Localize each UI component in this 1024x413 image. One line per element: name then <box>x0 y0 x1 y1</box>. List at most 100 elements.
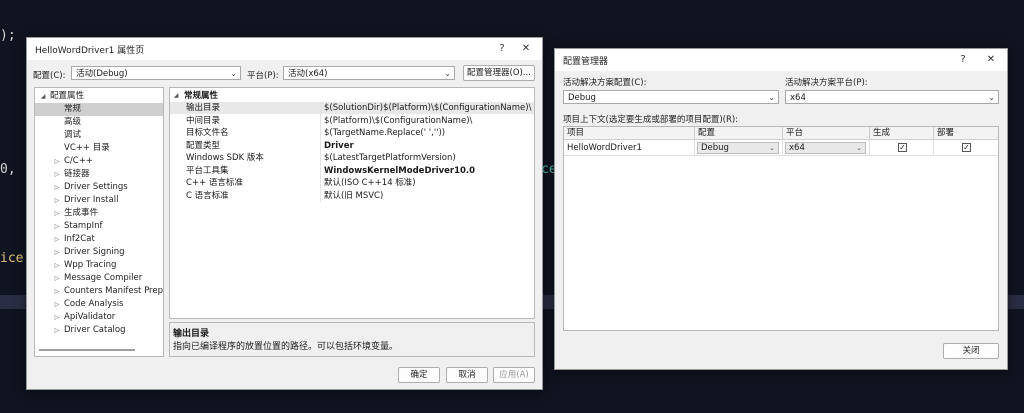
expander-icon[interactable]: ▷ <box>53 246 61 259</box>
property-value: 默认(旧 MSVC) <box>324 190 384 201</box>
property-pages-dialog: HelloWordDriver1 属性页 ? ✕ 配置(C): 活动(Debug… <box>26 37 543 390</box>
tree-item-label: 常规 <box>64 104 82 114</box>
expander-icon[interactable]: ◢ <box>39 90 47 103</box>
active-config-select[interactable]: Debug ⌄ <box>563 90 779 104</box>
build-checkbox[interactable]: ✓ <box>898 143 907 152</box>
property-row[interactable]: 配置类型 Driver <box>170 140 534 152</box>
row-config-value: Debug <box>701 143 729 153</box>
dialog-title: 配置管理器 <box>563 56 609 67</box>
tree-item-label: 配置属性 <box>50 91 85 101</box>
expander-icon[interactable]: ▷ <box>53 259 61 272</box>
horizontal-scrollbar[interactable] <box>39 349 135 351</box>
expander-icon[interactable]: ▷ <box>53 285 61 298</box>
expander-icon[interactable]: ▷ <box>53 181 61 194</box>
expander-icon[interactable]: ▷ <box>53 220 61 233</box>
property-row[interactable]: C++ 语言标准 默认(ISO C++14 标准) <box>170 177 534 189</box>
config-label: 配置(C): <box>33 71 66 81</box>
tree-item[interactable]: ▷Counters Manifest Preproc <box>35 285 163 298</box>
tree-item[interactable]: ▷ Driver Catalog <box>35 324 163 337</box>
tree-item[interactable]: ▷ Driver Install <box>35 194 163 207</box>
cancel-button[interactable]: 取消 <box>446 367 488 383</box>
expander-icon[interactable]: ▷ <box>53 311 61 324</box>
tree-item-label: VC++ 目录 <box>64 143 110 153</box>
config-manager-button[interactable]: 配置管理器(O)... <box>463 65 535 81</box>
close-icon[interactable]: ✕ <box>983 52 999 68</box>
collapse-icon: ◢ <box>173 92 179 99</box>
column-header-platform[interactable]: 平台 <box>783 127 870 140</box>
active-config-label: 活动解决方案配置(C): <box>563 78 647 88</box>
property-name: 中间目录 <box>186 115 221 126</box>
tree-item[interactable]: ▷ ApiValidator <box>35 311 163 324</box>
column-header-config[interactable]: 配置 <box>695 127 783 140</box>
tree-item[interactable]: ▷ Driver Signing <box>35 246 163 259</box>
platform-select[interactable]: 活动(x64) ⌄ <box>283 66 455 80</box>
expander-icon[interactable]: ▷ <box>53 155 61 168</box>
tree-item-label: 链接器 <box>64 169 90 179</box>
tree-item[interactable]: 高级 <box>35 116 163 129</box>
ok-button[interactable]: 确定 <box>398 367 440 383</box>
expander-icon[interactable]: ▷ <box>53 324 61 337</box>
help-button[interactable]: ? <box>955 52 971 68</box>
tree-item-label: C/C++ <box>64 156 93 166</box>
property-row[interactable]: 平台工具集 WindowsKernelModeDriver10.0 <box>170 165 534 177</box>
tree-item[interactable]: ▷ Wpp Tracing <box>35 259 163 272</box>
tree-item-label: StampInf <box>64 221 103 231</box>
expander-icon[interactable]: ▷ <box>53 233 61 246</box>
column-header-deploy[interactable]: 部署 <box>934 127 998 140</box>
section-header[interactable]: ◢ 常规属性 <box>170 90 534 102</box>
tree-item[interactable]: 常规 <box>35 103 163 116</box>
settings-tree[interactable]: ◢ 配置属性 常规 高级 调试 VC++ 目录 ▷ C/C++ ▷ 链接器 ▷ Driver Sett… <box>34 87 164 357</box>
tree-item[interactable]: ▷ Code Analysis <box>35 298 163 311</box>
tree-item[interactable]: ▷ Driver Settings <box>35 181 163 194</box>
section-title: 常规属性 <box>184 91 219 101</box>
property-name: 平台工具集 <box>186 165 229 176</box>
close-button[interactable]: 关闭 <box>943 343 999 359</box>
help-button[interactable]: ? <box>494 41 510 57</box>
property-value: $(TargetName.Replace(' ','')) <box>324 128 446 138</box>
expander-icon[interactable]: ▷ <box>53 168 61 181</box>
deploy-checkbox[interactable]: ✓ <box>962 143 971 152</box>
description-text: 指向已编译程序的放置位置的路径。可以包括环境变量。 <box>173 342 399 352</box>
row-platform-select[interactable]: x64 ⌄ <box>785 142 866 154</box>
property-value: WindowsKernelModeDriver10.0 <box>324 165 476 176</box>
property-row[interactable]: 输出目录 $(SolutionDir)$(Platform)\$(Configur… <box>170 102 534 114</box>
project-contexts-label: 项目上下文(选定要生成或部署的项目配置)(R): <box>563 115 739 125</box>
property-name: 输出目录 <box>186 103 221 113</box>
property-row[interactable]: 目标文件名 $(TargetName.Replace(' ','')) <box>170 127 534 139</box>
tree-item-label: 调试 <box>64 130 82 140</box>
table-cell-deploy: ✓ <box>934 140 998 156</box>
active-platform-select[interactable]: x64 ⌄ <box>785 90 999 104</box>
title-bar: HelloWordDriver1 属性页 ? ✕ <box>27 38 542 60</box>
expander-icon[interactable]: ▷ <box>53 272 61 285</box>
row-config-select[interactable]: Debug ⌄ <box>697 142 779 154</box>
tree-item-label: Wpp Tracing <box>64 260 117 270</box>
expander-icon[interactable]: ▷ <box>53 207 61 220</box>
property-row[interactable]: Windows SDK 版本 $(LatestTargetPlatformVers… <box>170 152 534 164</box>
tree-item[interactable]: ▷ Inf2Cat <box>35 233 163 246</box>
tree-item-label: ApiValidator <box>64 312 116 322</box>
tree-item[interactable]: ◢ 配置属性 <box>35 90 163 103</box>
expander-icon[interactable]: ▷ <box>53 298 61 311</box>
tree-item[interactable]: ▷ C/C++ <box>35 155 163 168</box>
expander-icon[interactable]: ▷ <box>53 194 61 207</box>
config-select[interactable]: 活动(Debug) ⌄ <box>71 66 241 80</box>
apply-button[interactable]: 应用(A) <box>493 367 535 383</box>
table-cell-build: ✓ <box>870 140 934 156</box>
close-icon[interactable]: ✕ <box>518 41 534 57</box>
chevron-down-icon: ⌄ <box>988 93 995 102</box>
tree-item[interactable]: ▷ Message Compiler <box>35 272 163 285</box>
property-name: C 语言标准 <box>186 190 229 201</box>
property-row[interactable]: 中间目录 $(Platform)\$(ConfigurationName)\ <box>170 115 534 127</box>
column-header-project[interactable]: 项目 <box>564 127 695 140</box>
tree-item[interactable]: VC++ 目录 <box>35 142 163 155</box>
tree-item-label: Inf2Cat <box>64 234 95 244</box>
property-value: $(SolutionDir)$(Platform)\$(Configuratio… <box>324 103 532 113</box>
property-row[interactable]: C 语言标准 默认(旧 MSVC) <box>170 190 534 202</box>
tree-item[interactable]: ▷ 链接器 <box>35 168 163 181</box>
tree-item[interactable]: ▷ 生成事件 <box>35 207 163 220</box>
chevron-down-icon: ⌄ <box>444 69 451 78</box>
tree-item[interactable]: ▷ StampInf <box>35 220 163 233</box>
tree-item[interactable]: 调试 <box>35 129 163 142</box>
platform-value: 活动(x64) <box>288 69 328 79</box>
column-header-build[interactable]: 生成 <box>870 127 934 140</box>
